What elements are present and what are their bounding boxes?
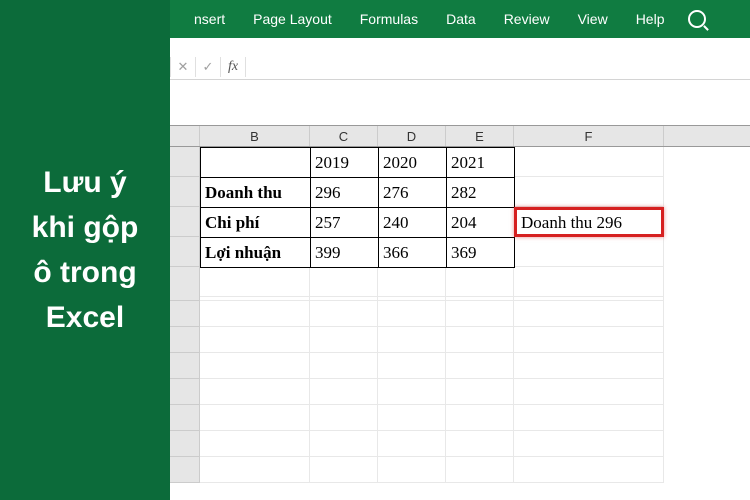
row-label[interactable]: Doanh thu	[201, 178, 311, 208]
tab-view[interactable]: View	[564, 0, 622, 38]
table-row: Chi phí 257 240 204	[201, 208, 515, 238]
tab-data[interactable]: Data	[432, 0, 490, 38]
formula-input[interactable]	[245, 57, 750, 77]
cell-year[interactable]: 2020	[379, 148, 447, 178]
cancel-icon[interactable]: ✕	[170, 57, 195, 77]
data-cell[interactable]: 399	[311, 238, 379, 268]
data-cell[interactable]: 366	[379, 238, 447, 268]
col-header-f[interactable]: F	[514, 126, 664, 146]
annotation-text: Lưu ý khi gộp ô trong Excel	[20, 160, 150, 340]
cell-blank[interactable]	[201, 148, 311, 178]
formula-bar: ✕ ✓ fx	[170, 55, 750, 80]
tab-page-layout[interactable]: Page Layout	[239, 0, 346, 38]
annotation-overlay: Lưu ý khi gộp ô trong Excel	[0, 0, 170, 500]
col-header-d[interactable]: D	[378, 126, 446, 146]
empty-grid[interactable]	[170, 275, 750, 483]
col-header-e[interactable]: E	[446, 126, 514, 146]
row-label[interactable]: Chi phí	[201, 208, 311, 238]
data-table: 2019 2020 2021 Doanh thu 296 276 282 Chi…	[200, 147, 515, 268]
tab-formulas[interactable]: Formulas	[346, 0, 432, 38]
tab-review[interactable]: Review	[490, 0, 564, 38]
col-header-b[interactable]: B	[200, 126, 310, 146]
col-header-c[interactable]: C	[310, 126, 378, 146]
data-cell[interactable]: 369	[447, 238, 515, 268]
spreadsheet[interactable]: B C D E F 2019 2020 2021 Doanh thu 296 2…	[170, 125, 750, 297]
cell-year[interactable]: 2021	[447, 148, 515, 178]
select-all-corner[interactable]	[170, 126, 200, 146]
cell-year[interactable]: 2019	[311, 148, 379, 178]
table-row: Lợi nhuận 399 366 369	[201, 238, 515, 268]
fx-icon[interactable]: fx	[220, 57, 245, 77]
confirm-icon[interactable]: ✓	[195, 57, 220, 77]
data-cell[interactable]: 204	[447, 208, 515, 238]
tab-insert[interactable]: nsert	[180, 0, 239, 38]
tell-me-icon[interactable]	[688, 10, 706, 28]
table-header-row: 2019 2020 2021	[201, 148, 515, 178]
data-cell[interactable]: 282	[447, 178, 515, 208]
data-cell[interactable]: 276	[379, 178, 447, 208]
highlighted-merged-cell[interactable]: Doanh thu 296	[514, 207, 664, 237]
table-row: Doanh thu 296 276 282	[201, 178, 515, 208]
data-cell[interactable]: 296	[311, 178, 379, 208]
data-cell[interactable]: 240	[379, 208, 447, 238]
data-cell[interactable]: 257	[311, 208, 379, 238]
column-headers: B C D E F	[170, 125, 750, 147]
row-label[interactable]: Lợi nhuận	[201, 238, 311, 268]
tab-help[interactable]: Help	[622, 0, 679, 38]
